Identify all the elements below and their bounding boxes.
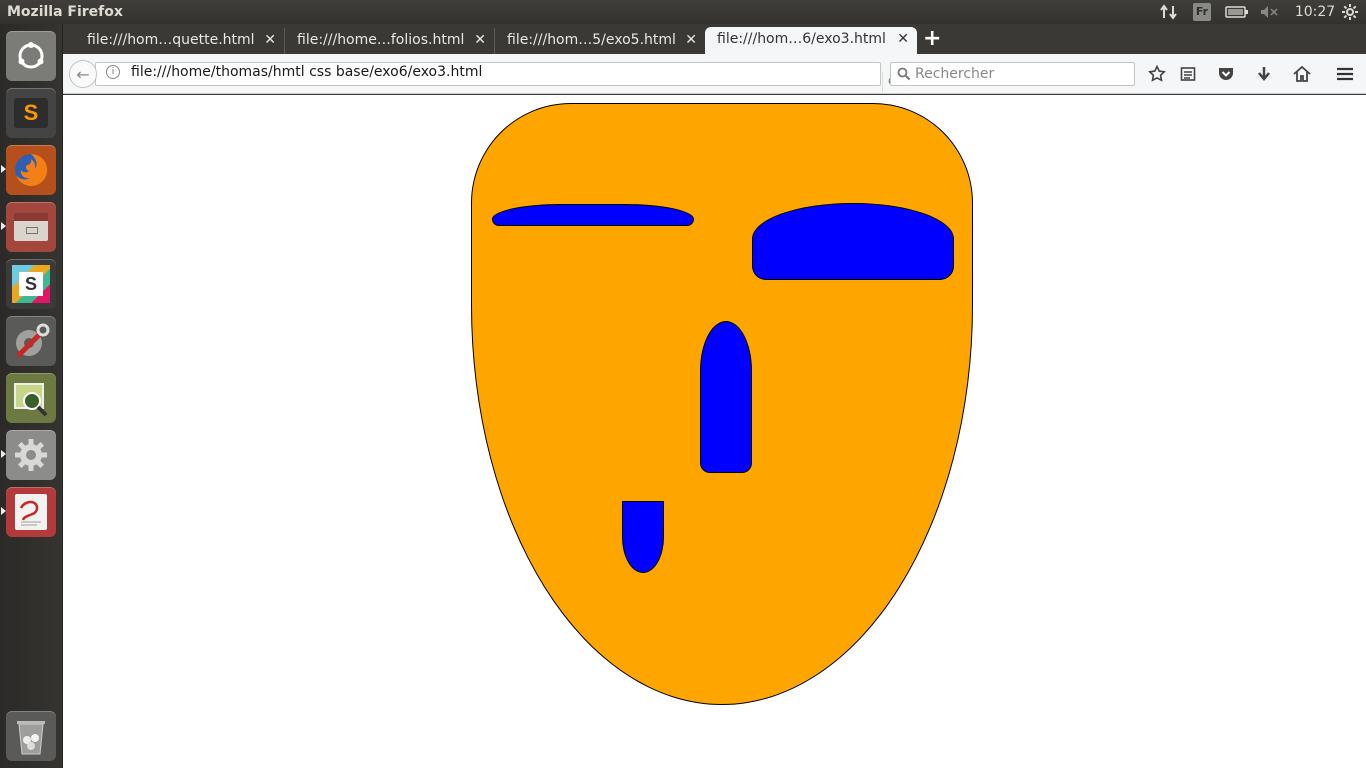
slack-icon[interactable]: S: [6, 259, 56, 309]
ubuntu-dash-icon[interactable]: [6, 31, 56, 81]
tab-label: file:///home…folios.html: [297, 32, 465, 48]
url-text[interactable]: file:///home/thomas/hmtl css base/exo6/e…: [131, 64, 482, 80]
volume-muted-icon[interactable]: [1258, 0, 1280, 24]
right-eye-shape: [752, 203, 954, 280]
clock[interactable]: 10:27: [1293, 0, 1337, 24]
new-tab-button[interactable]: +: [923, 26, 941, 52]
close-tab-icon[interactable]: ✕: [685, 28, 697, 52]
back-arrow-icon: ←: [76, 64, 90, 84]
bookmark-star-icon[interactable]: [1147, 64, 1167, 84]
page-info-icon[interactable]: i: [106, 65, 120, 79]
pocket-icon[interactable]: [1216, 64, 1236, 84]
document-viewer-icon[interactable]: [6, 487, 56, 537]
launcher: S S: [0, 24, 63, 768]
back-button[interactable]: ←: [69, 60, 97, 88]
tab-label: file:///hom…6/exo3.html: [717, 31, 886, 47]
reading-list-icon[interactable]: [1178, 64, 1198, 84]
tab-active[interactable]: file:///hom…6/exo3.html ✕: [705, 27, 917, 54]
tab-strip: file:///hom…quette.html ✕ file:///home…f…: [63, 24, 1366, 54]
top-panel: Mozilla Firefox Fr 10:27: [0, 0, 1366, 24]
search-bar[interactable]: Rechercher: [890, 62, 1135, 86]
trash-icon[interactable]: [6, 711, 56, 761]
downloads-icon[interactable]: [1254, 64, 1274, 84]
tab[interactable]: file:///home…folios.html ✕: [285, 28, 495, 54]
nose-shape: [700, 321, 752, 473]
page-content: [63, 95, 1366, 768]
keyboard-layout-label: Fr: [1193, 3, 1211, 21]
close-tab-icon[interactable]: ✕: [474, 28, 486, 52]
app-title: Mozilla Firefox: [7, 4, 123, 20]
files-icon[interactable]: [6, 202, 56, 252]
tab-label: file:///hom…quette.html: [87, 32, 255, 48]
tab[interactable]: file:///hom…quette.html ✕: [75, 28, 285, 54]
search-icon: [897, 67, 911, 81]
battery-icon[interactable]: [1224, 0, 1250, 24]
clock-label: 10:27: [1294, 4, 1336, 20]
close-tab-icon[interactable]: ✕: [897, 27, 909, 51]
settings-gear-icon[interactable]: [1340, 0, 1360, 24]
network-transfer-icon[interactable]: [1159, 0, 1179, 24]
keyboard-layout-indicator[interactable]: Fr: [1192, 0, 1212, 24]
image-viewer-icon[interactable]: [6, 373, 56, 423]
mouth-shape: [622, 501, 664, 573]
search-placeholder: Rechercher: [915, 66, 995, 82]
menu-icon[interactable]: [1335, 64, 1355, 84]
left-eye-shape: [492, 204, 694, 226]
navigation-toolbar: ⟳ ← i file:///home/thomas/hmtl css base/…: [63, 54, 1366, 94]
home-icon[interactable]: [1292, 64, 1312, 84]
tab[interactable]: file:///hom…5/exo5.html ✕: [495, 28, 705, 54]
close-tab-icon[interactable]: ✕: [264, 28, 276, 52]
firefox-icon[interactable]: [6, 145, 56, 195]
tab-label: file:///hom…5/exo5.html: [507, 32, 676, 48]
sublime-text-icon[interactable]: S: [6, 88, 56, 138]
system-tools-icon[interactable]: [6, 316, 56, 366]
system-settings-icon[interactable]: [6, 430, 56, 480]
